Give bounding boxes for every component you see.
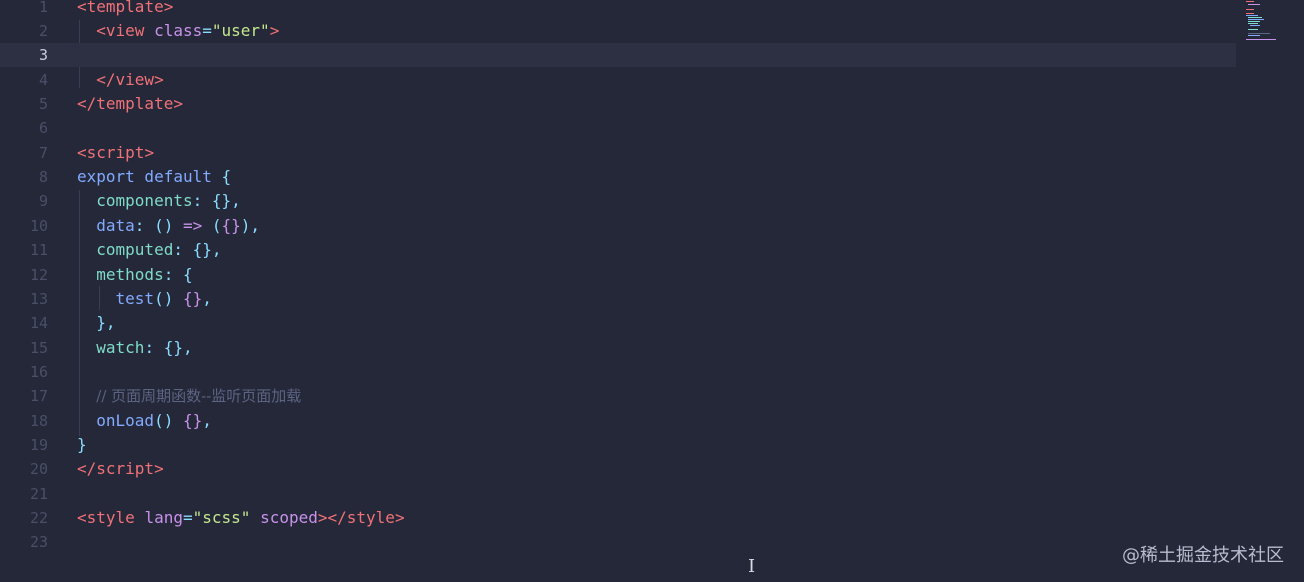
code-line[interactable]: 12 methods: { [0, 263, 1236, 287]
line-number: 17 [29, 387, 48, 405]
minimap-line [1248, 33, 1270, 34]
line-content: export default { [77, 167, 232, 186]
watermark: @稀土掘金技术社区 [1122, 545, 1284, 566]
code-line[interactable]: 14 }, [0, 311, 1236, 335]
line-number: 18 [29, 412, 48, 430]
line-number: 22 [29, 509, 48, 527]
minimap-line [1246, 1, 1254, 2]
line-content: </view> [96, 70, 164, 89]
line-number: 1 [38, 0, 48, 16]
code-line[interactable]: 17 // 页面周期函数--监听页面加载 [0, 384, 1236, 408]
line-content: test() {}, [115, 289, 212, 308]
text-cursor-icon: I [748, 556, 756, 577]
line-content: watch: {}, [96, 338, 193, 357]
code-line[interactable]: 19 } [0, 433, 1236, 457]
code-line[interactable]: 5 </template> [0, 92, 1236, 116]
line-content: <script> [77, 143, 155, 162]
code-line[interactable]: 1 <template> [0, 0, 1236, 19]
code-line[interactable]: 22 <style lang="scss" scoped></style> [0, 506, 1236, 530]
line-content: </script> [77, 459, 164, 478]
code-line[interactable]: 15 watch: {}, [0, 336, 1236, 360]
code-line[interactable]: 4 </view> [0, 68, 1236, 92]
line-content: data: () => ({}), [96, 216, 261, 235]
code-line-current[interactable]: 3 [0, 43, 1236, 67]
code-line[interactable]: 23 [0, 530, 1236, 554]
code-line[interactable]: 6 [0, 116, 1236, 140]
line-number: 6 [38, 119, 48, 137]
line-number: 11 [29, 241, 48, 259]
minimap-line [1248, 4, 1260, 5]
line-content: components: {}, [96, 191, 241, 210]
minimap-line [1246, 13, 1254, 14]
code-line[interactable]: 11 computed: {}, [0, 238, 1236, 262]
line-number: 4 [38, 71, 48, 89]
line-number: 7 [38, 144, 48, 162]
minimap-line [1248, 19, 1264, 20]
line-number: 8 [38, 168, 48, 186]
line-number: 14 [29, 314, 48, 332]
line-number: 20 [29, 460, 48, 478]
code-line[interactable]: 9 components: {}, [0, 189, 1236, 213]
line-number: 16 [29, 363, 48, 381]
line-number: 3 [38, 46, 48, 64]
code-line[interactable]: 16 [0, 360, 1236, 384]
minimap-line [1246, 9, 1254, 10]
line-content: <style lang="scss" scoped></style> [77, 508, 405, 527]
line-number: 9 [38, 192, 48, 210]
code-line[interactable]: 7 <script> [0, 141, 1236, 165]
code-editor[interactable]: 1 <template> 2 <view class="user"> 3 4 <… [0, 0, 1240, 582]
minimap-line [1248, 35, 1260, 36]
code-line[interactable]: 18 onLoad() {}, [0, 409, 1236, 433]
line-content: <template> [77, 0, 174, 16]
line-number: 13 [29, 290, 48, 308]
line-content: <view class="user"> [96, 21, 280, 40]
minimap-line [1248, 17, 1262, 18]
code-line[interactable]: 21 [0, 482, 1236, 506]
minimap[interactable] [1242, 0, 1278, 40]
line-content: // 页面周期函数--监听页面加载 [77, 384, 301, 408]
code-comment: // 页面周期函数--监听页面加载 [96, 387, 302, 405]
line-number: 10 [29, 217, 48, 235]
code-line[interactable]: 2 <view class="user"> [0, 19, 1236, 43]
line-content: computed: {}, [96, 240, 222, 259]
line-number: 12 [29, 266, 48, 284]
code-line[interactable]: 13 test() {}, [0, 287, 1236, 311]
line-number: 23 [29, 533, 48, 551]
line-number: 5 [38, 95, 48, 113]
minimap-line [1250, 25, 1260, 26]
code-line[interactable]: 20 </script> [0, 457, 1236, 481]
line-content: methods: { [96, 265, 193, 284]
minimap-line [1248, 21, 1260, 22]
line-content: onLoad() {}, [96, 411, 212, 430]
minimap-line [1248, 29, 1258, 30]
minimap-line [1246, 15, 1258, 16]
line-number: 15 [29, 339, 48, 357]
line-number: 21 [29, 485, 48, 503]
line-content: } [77, 435, 87, 454]
minimap-line [1248, 23, 1258, 24]
line-number: 2 [38, 22, 48, 40]
line-content: </template> [77, 94, 183, 113]
minimap-line [1246, 39, 1276, 40]
code-line[interactable]: 10 data: () => ({}), [0, 214, 1236, 238]
code-line[interactable]: 8 export default { [0, 165, 1236, 189]
line-content: }, [96, 313, 116, 332]
line-number: 19 [29, 436, 48, 454]
